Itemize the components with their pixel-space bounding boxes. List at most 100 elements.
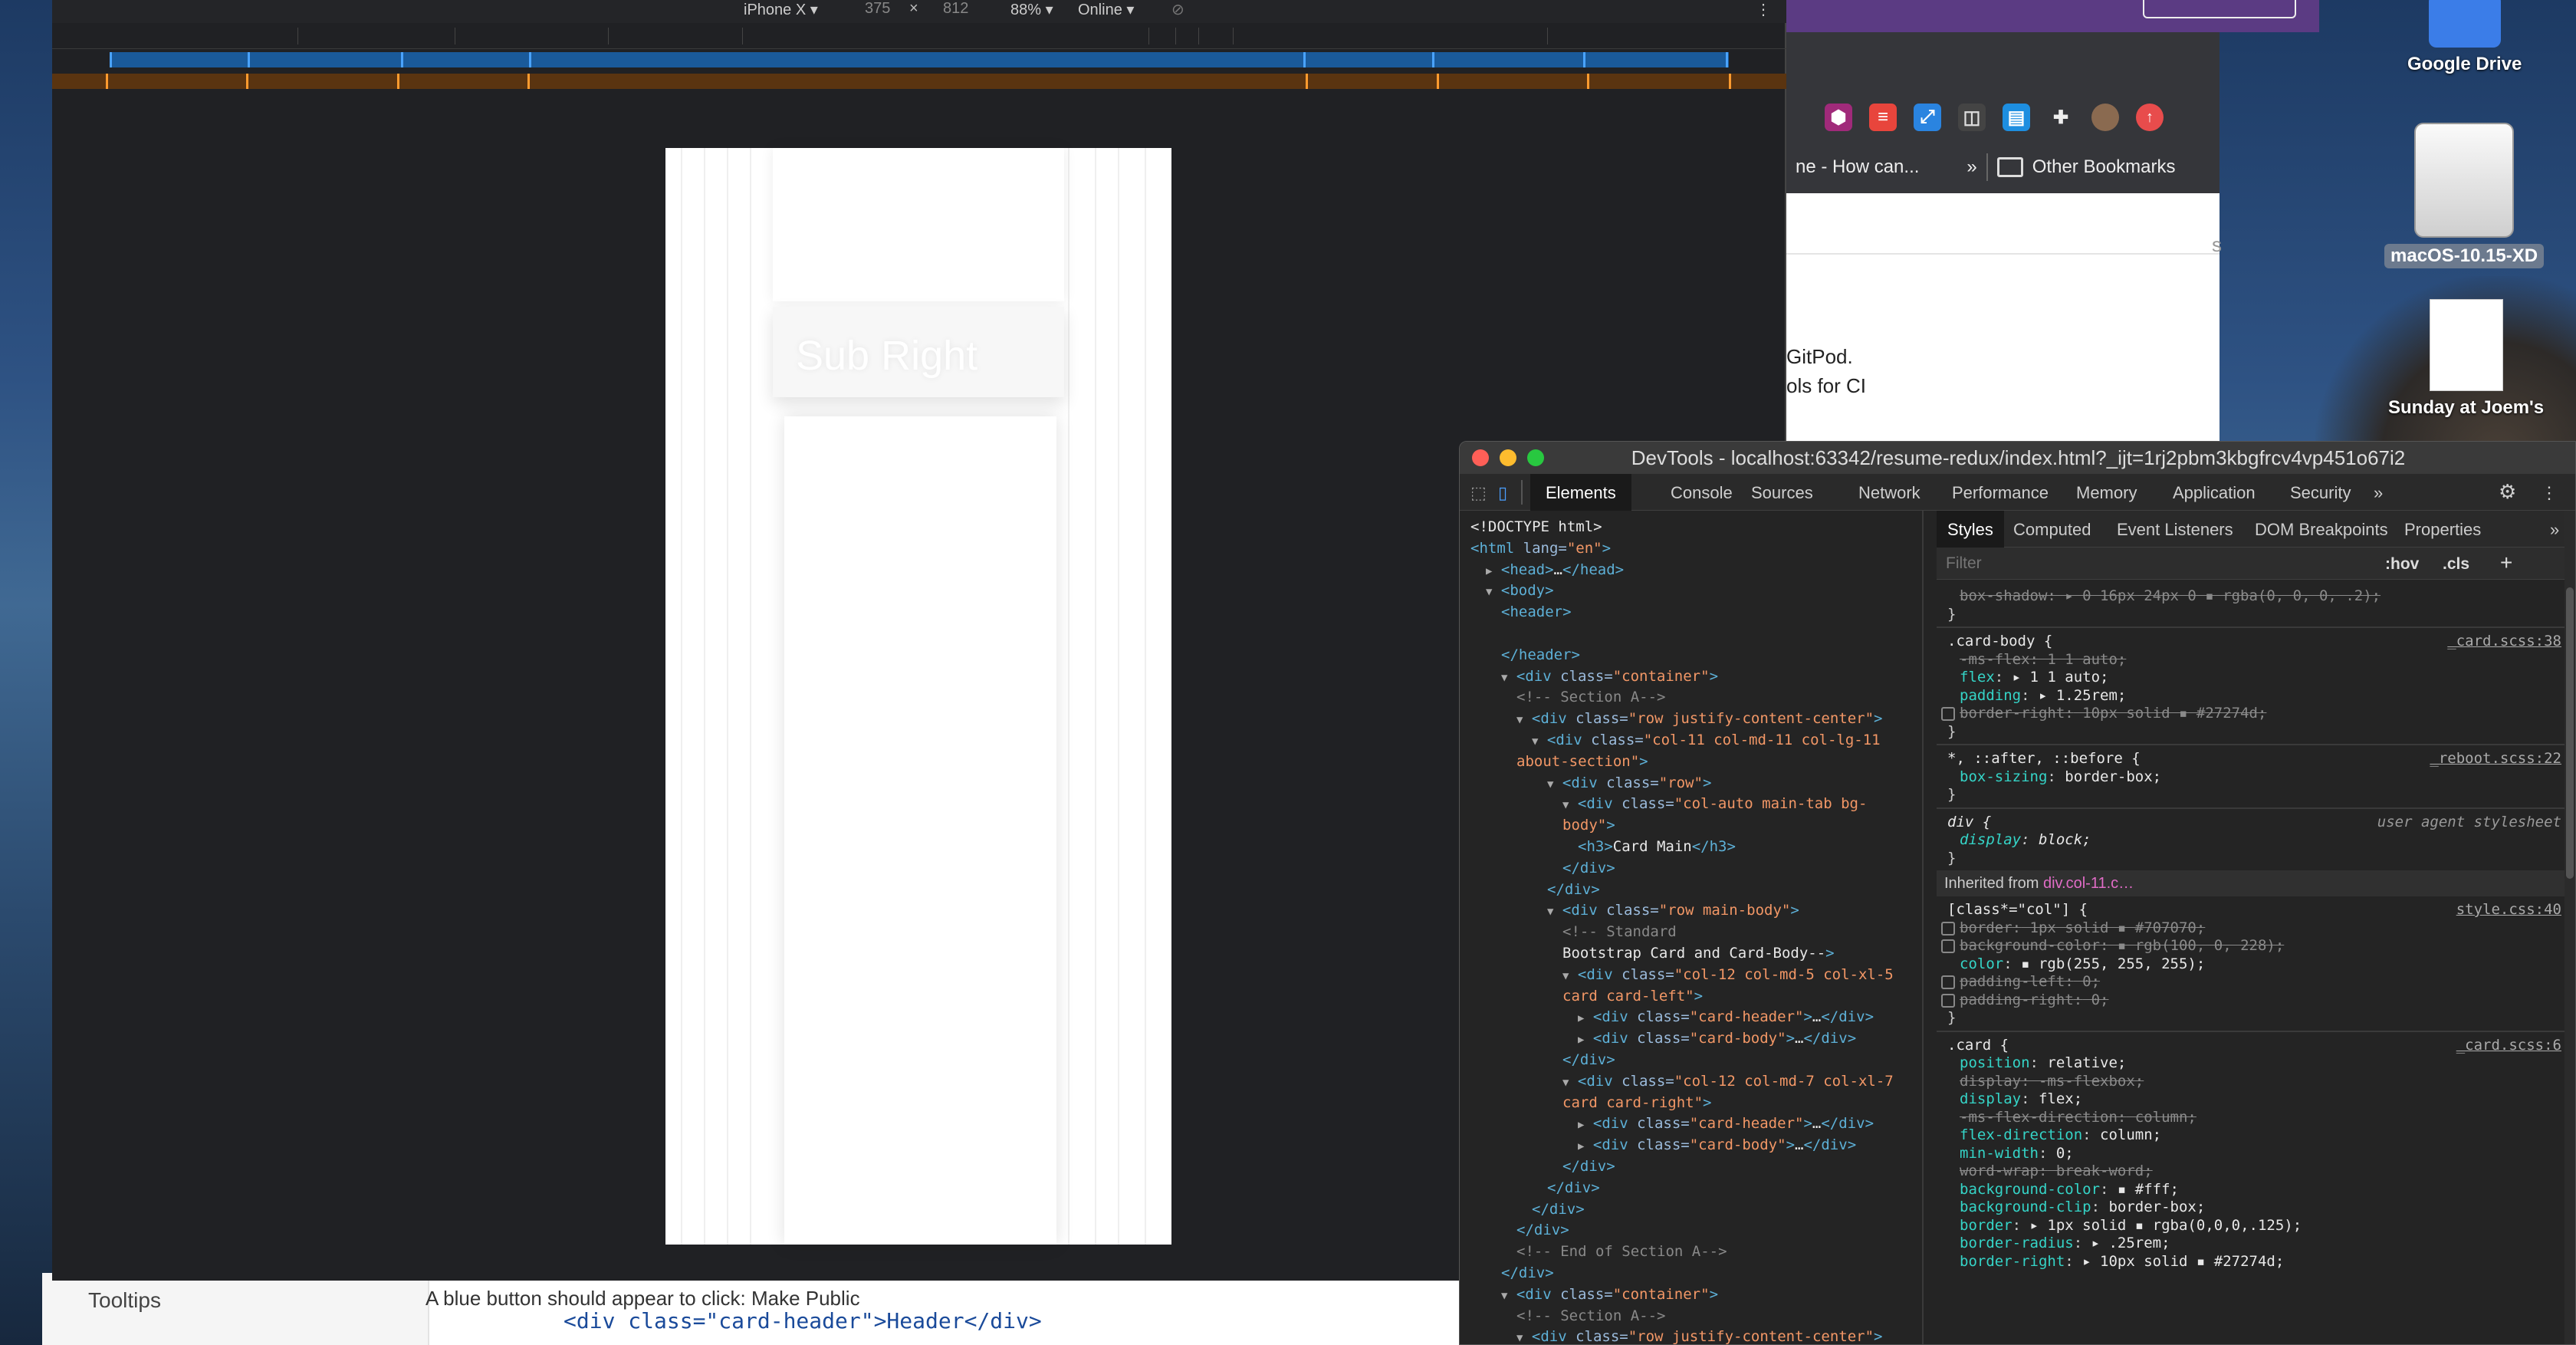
style-property[interactable]: border: 1px solid ▪ #707070; xyxy=(1941,919,2205,936)
style-property[interactable]: flex: ▸ 1 1 auto; xyxy=(1960,669,2109,686)
style-property[interactable]: flex-direction: column; xyxy=(1960,1126,2161,1143)
style-property[interactable]: border-radius: ▸ .25rem; xyxy=(1960,1235,2170,1251)
inspect-element-icon[interactable]: ⬚ xyxy=(1470,483,1487,503)
tab-console[interactable]: Console xyxy=(1671,483,1733,503)
dom-node-line[interactable]: ▼ <div class="row justify-content-center… xyxy=(1516,709,1882,732)
dom-node-line[interactable]: ▼ <div class="col-11 col-md-11 col-lg-11 xyxy=(1532,730,1881,753)
style-source-link[interactable]: _reboot.scss:22 xyxy=(2430,750,2561,767)
extension-icon[interactable]: ⤢ xyxy=(1914,104,1941,131)
dom-node-line[interactable]: body"> xyxy=(1562,815,1615,837)
rotate-icon[interactable]: ⊘ xyxy=(1171,0,1184,19)
dom-node-line[interactable]: <!-- Section A--> xyxy=(1516,687,1665,709)
width-input[interactable]: 375 xyxy=(865,0,890,18)
extension-icon[interactable]: ⬢ xyxy=(1825,104,1852,131)
tab-application[interactable]: Application xyxy=(2173,483,2256,503)
bookmark-item[interactable]: ne - How can... xyxy=(1796,156,1919,178)
device-select[interactable]: iPhone X ▾ xyxy=(744,0,818,19)
network-select[interactable]: Online ▾ xyxy=(1078,0,1134,19)
bookmarks-overflow[interactable]: » xyxy=(1967,156,1976,178)
devtools-menu-icon[interactable]: ⋮ xyxy=(2541,483,2558,503)
class-toggle[interactable]: .cls xyxy=(2443,555,2469,574)
hover-state-toggle[interactable]: :hov xyxy=(2385,555,2419,574)
style-property[interactable]: border-right: 10px solid ▪ #27274d; xyxy=(1941,705,2266,722)
dom-node-line[interactable]: ▼ <div class="container"> xyxy=(1501,1284,1718,1307)
style-source-link[interactable]: _card.scss:38 xyxy=(2447,633,2561,649)
property-checkbox[interactable] xyxy=(1941,939,1955,953)
avatar[interactable] xyxy=(2091,104,2119,131)
device-toolbar-icon[interactable]: ▯ xyxy=(1498,483,1507,503)
close-window-button[interactable] xyxy=(1472,449,1489,466)
dom-node-line[interactable]: ▼ <div class="col-12 col-md-5 col-xl-5 xyxy=(1562,965,1894,988)
style-property[interactable]: box-sizing: border-box; xyxy=(1960,768,2161,785)
elements-dom-tree[interactable]: <!DOCTYPE html> <html lang="en"> ▶ <head>…… xyxy=(1460,511,1924,1344)
dom-node-line[interactable]: </div> xyxy=(1532,1199,1585,1221)
dom-node-line[interactable]: </div> xyxy=(1501,1263,1554,1284)
style-property[interactable]: background-color: ▪ rgb(100, 0, 228); xyxy=(1941,937,2284,954)
style-property[interactable]: color: ▪ rgb(255, 255, 255); xyxy=(1960,955,2205,972)
desktop-item-google-drive[interactable]: Google Drive xyxy=(2407,0,2522,75)
property-checkbox[interactable] xyxy=(1941,975,1955,989)
tab-security[interactable]: Security xyxy=(2290,483,2351,503)
dom-node-line[interactable]: ▶ <div class="card-header">…</div> xyxy=(1578,1007,1874,1030)
dom-node-line[interactable]: </div> xyxy=(1562,1050,1615,1071)
style-property[interactable]: padding-right: 0; xyxy=(1941,991,2109,1008)
extension-icon[interactable]: ≡ xyxy=(1869,104,1897,131)
dom-node-line[interactable]: </div> xyxy=(1547,880,1600,901)
more-options-icon[interactable]: ⋮ xyxy=(1756,0,1771,19)
style-property[interactable]: padding: ▸ 1.25rem; xyxy=(1960,687,2126,704)
dom-node-line[interactable]: ▶ <div class="card-body">…</div> xyxy=(1578,1028,1856,1051)
media-query-bar-max[interactable] xyxy=(110,52,1729,67)
dom-node-line[interactable]: <h3>Card Main</h3> xyxy=(1578,837,1736,858)
dom-node-line[interactable]: <!-- End of Section A--> xyxy=(1516,1241,1727,1263)
tab-network[interactable]: Network xyxy=(1858,483,1921,503)
dom-node-line[interactable]: card card-right"> xyxy=(1562,1093,1712,1114)
style-source-link[interactable]: _card.scss:6 xyxy=(2456,1037,2561,1054)
style-property[interactable]: -ms-flex: 1 1 auto; xyxy=(1960,651,2126,668)
settings-gear-icon[interactable]: ⚙ xyxy=(2499,480,2516,504)
header-button[interactable] xyxy=(2143,0,2296,18)
tab-event-listeners[interactable]: Event Listeners xyxy=(2117,520,2233,540)
tab-dom-breakpoints[interactable]: DOM Breakpoints xyxy=(2255,520,2388,540)
more-style-tabs-icon[interactable]: » xyxy=(2550,520,2559,540)
minimize-window-button[interactable] xyxy=(1500,449,1516,466)
tab-computed[interactable]: Computed xyxy=(2013,520,2091,540)
other-bookmarks[interactable]: Other Bookmarks xyxy=(2032,156,2176,178)
dom-node-line[interactable]: </div> xyxy=(1547,1178,1600,1199)
style-property[interactable]: position: relative; xyxy=(1960,1054,2126,1071)
property-checkbox[interactable] xyxy=(1941,707,1955,721)
tab-elements[interactable]: Elements xyxy=(1530,474,1631,511)
style-property[interactable]: word-wrap: break-word; xyxy=(1960,1162,2153,1179)
dom-node-line[interactable]: </header> xyxy=(1501,645,1580,666)
height-input[interactable]: 812 xyxy=(943,0,968,18)
new-style-rule-button[interactable]: + xyxy=(2500,551,2512,575)
dom-node-line[interactable]: <!-- Section A--> xyxy=(1516,1306,1665,1327)
property-checkbox[interactable] xyxy=(1941,921,1955,936)
maximize-window-button[interactable] xyxy=(1527,449,1544,466)
dom-node-line[interactable]: <!-- Standard xyxy=(1562,922,1677,943)
tab-performance[interactable]: Performance xyxy=(1952,483,2049,503)
style-property[interactable]: min-width: 0; xyxy=(1960,1145,2074,1162)
property-checkbox[interactable] xyxy=(1941,993,1955,1008)
style-property[interactable]: padding-left: 0; xyxy=(1941,973,2100,990)
dom-node-line[interactable]: ▼ <div class="row main-body"> xyxy=(1547,900,1799,923)
style-property[interactable]: background-clip: border-box; xyxy=(1960,1199,2205,1215)
dom-node-line[interactable]: <html lang="en"> xyxy=(1470,538,1611,560)
emulated-viewport[interactable]: Sub Right xyxy=(665,148,1171,1245)
dom-node-line[interactable]: card card-left"> xyxy=(1562,986,1703,1008)
desktop-item-disk[interactable]: macOS-10.15-XD xyxy=(2384,123,2545,268)
style-property[interactable]: background-color: ▪ #fff; xyxy=(1960,1181,2179,1198)
extension-icon[interactable]: ◫ xyxy=(1958,104,1986,131)
media-query-bar-min[interactable] xyxy=(52,74,1786,89)
tab-styles[interactable]: Styles xyxy=(1937,511,2004,548)
tab-sources[interactable]: Sources xyxy=(1751,483,1813,503)
style-property[interactable]: display: -ms-flexbox; xyxy=(1960,1073,2144,1090)
dom-node-line[interactable]: </div> xyxy=(1562,1156,1615,1178)
dom-node-line[interactable]: ▼ <div class="row"> xyxy=(1547,773,1711,796)
tab-memory[interactable]: Memory xyxy=(2076,483,2137,503)
dom-node-line[interactable]: <header> xyxy=(1501,602,1572,623)
dom-node-line[interactable]: ▶ <div class="card-header">…</div> xyxy=(1578,1113,1874,1136)
update-icon[interactable]: ↑ xyxy=(2136,104,2164,131)
dom-node-line[interactable]: <!DOCTYPE html> xyxy=(1470,517,1602,538)
dom-node-line[interactable]: ▶ <head>…</head> xyxy=(1486,560,1624,583)
dom-node-line[interactable]: Bootstrap Card and Card-Body--> xyxy=(1562,943,1835,965)
